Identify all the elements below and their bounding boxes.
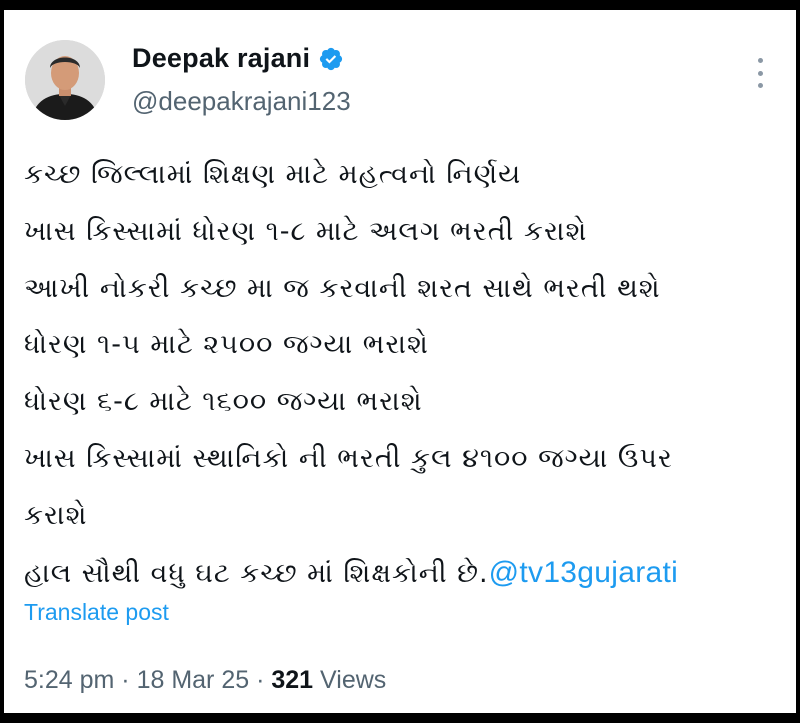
profile-photo [25, 40, 105, 120]
tweet-line: આખી નોકરી કચ્છ મા જ કરવાની શરત સાથે ભરતી… [24, 272, 661, 304]
tweet-line-last: હાલ સૌથી વધુ ઘટ કચ્છ માં શિક્ષકોની છે.@t… [24, 545, 784, 603]
meta-separator: · [121, 666, 130, 694]
verified-badge-icon [318, 46, 344, 72]
tweet-line: ખાસ કિસ્સામાં સ્થાનિકો ની ભરતી કુલ ૪૧૦૦ … [24, 442, 673, 474]
tweet-text: કચ્છ જિલ્લામાં શિક્ષણ માટે મહત્વનો નિર્ણ… [24, 147, 784, 602]
tweet-line: કરાશે [24, 499, 88, 531]
author-handle[interactable]: @deepakrajani123 [132, 86, 351, 117]
translate-post-link[interactable]: Translate post [24, 599, 169, 626]
views-label: Views [320, 666, 387, 694]
post-time[interactable]: 5:24 pm [24, 666, 114, 694]
more-options-icon[interactable] [752, 58, 768, 88]
tweet-line-last-text: હાલ સૌથી વધુ ઘટ કચ્છ માં શિક્ષકોની છે. [24, 557, 489, 589]
tweet-line: ધોરણ ૬-૮ માટે ૧૬૦૦ જગ્યા ભરાશે [24, 386, 423, 418]
post-date[interactable]: 18 Mar 25 [137, 666, 250, 694]
tweet-meta: 5:24 pm · 18 Mar 25 · 321 Views [24, 666, 386, 695]
more-dot [757, 70, 763, 76]
tweet-line: કચ્છ જિલ્લામાં શિક્ષણ માટે મહત્વનો નિર્ણ… [24, 159, 522, 190]
tweet-card: Deepak rajani @deepakrajani123 કચ્છ જિલ્… [4, 10, 796, 713]
author-name-row: Deepak rajani [132, 43, 344, 74]
tweet-line: ધોરણ ૧-૫ માટે ૨૫૦૦ જગ્યા ભરાશે [24, 329, 429, 361]
author-name[interactable]: Deepak rajani [132, 43, 310, 74]
more-dot [757, 83, 763, 88]
tweet-line: ખાસ કિસ્સામાં ધોરણ ૧-૮ માટે અલગ ભરતી કરા… [24, 215, 588, 247]
more-dot [757, 58, 763, 63]
avatar[interactable] [25, 40, 105, 120]
views-count: 321 [271, 666, 314, 694]
mention-link[interactable]: @tv13gujarati [489, 556, 678, 589]
meta-separator: · [256, 666, 265, 694]
